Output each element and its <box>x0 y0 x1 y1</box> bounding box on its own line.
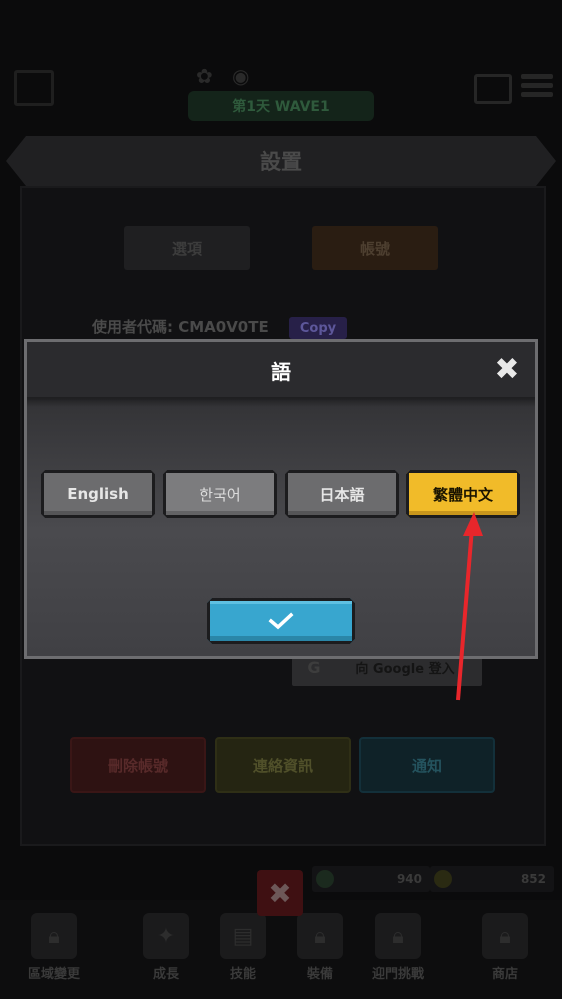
gear-icon: ✿ <box>196 64 213 88</box>
google-icon: G <box>307 657 321 677</box>
user-code-label: 使用者代碼: CMA0V0TE <box>92 318 269 336</box>
inventory-icon[interactable] <box>14 70 54 106</box>
currency-counter-2: 852 <box>430 866 554 892</box>
nav-label: 成長 <box>152 967 179 982</box>
mail-icon[interactable] <box>474 74 512 104</box>
language-korean-button[interactable]: 한국어 <box>163 470 277 518</box>
menu-icon[interactable] <box>521 74 553 100</box>
confirm-button[interactable] <box>207 598 355 644</box>
currency-value-1: 940 <box>396 872 422 886</box>
settings-title: 設置 <box>260 150 302 174</box>
nav-label: 區域變更 <box>27 967 80 982</box>
language-japanese-button[interactable]: 日本語 <box>285 470 399 518</box>
wave-indicator: 第1天 WAVE1 <box>188 91 374 121</box>
nav-skill[interactable]: ▤ 技能 <box>203 905 283 995</box>
contact-info-button[interactable]: 連絡資訊 <box>215 737 351 793</box>
nav-shop[interactable]: 🔒︎ 商店 <box>465 905 545 995</box>
lock-icon: 🔒︎ <box>482 913 528 959</box>
language-traditional-chinese-button[interactable]: 繁體中文 <box>406 470 520 518</box>
close-settings-button[interactable]: ✖ <box>257 870 303 916</box>
tab-options[interactable]: 選項 <box>124 226 250 270</box>
notice-button[interactable]: 通知 <box>359 737 495 793</box>
currency-value-2: 852 <box>520 872 546 886</box>
growth-icon: ✦ <box>143 913 189 959</box>
gem-icon <box>316 870 334 888</box>
nav-label: 迎門挑戰 <box>371 967 424 982</box>
nav-label: 技能 <box>229 967 256 982</box>
nav-label: 裝備 <box>306 967 333 982</box>
copy-button[interactable]: Copy <box>289 317 347 339</box>
nav-area-change[interactable]: 🔒︎ 區域變更 <box>14 905 94 995</box>
nav-growth[interactable]: ✦ 成長 <box>126 905 206 995</box>
close-x-icon[interactable]: ✖ <box>490 352 524 387</box>
checkmark-icon <box>268 611 294 631</box>
currency-counter-1: 940 <box>312 866 430 892</box>
nav-equipment[interactable]: 🔒︎ 裝備 <box>280 905 360 995</box>
nav-label: 商店 <box>491 967 518 982</box>
stopwatch-icon: ◉ <box>232 64 250 88</box>
language-english-button[interactable]: English <box>41 470 155 518</box>
lock-icon: 🔒︎ <box>31 913 77 959</box>
google-login-label: 向 Google 登入 <box>355 661 455 677</box>
delete-account-button[interactable]: 刪除帳號 <box>70 737 206 793</box>
tab-account[interactable]: 帳號 <box>312 226 438 270</box>
skill-book-icon: ▤ <box>220 913 266 959</box>
language-dialog-title: 語 <box>271 359 291 384</box>
lock-icon: 🔒︎ <box>375 913 421 959</box>
nav-gate-challenge[interactable]: 🔒︎ 迎門挑戰 <box>358 905 438 995</box>
dialog-header-shadow <box>27 397 535 407</box>
coin-icon <box>434 870 452 888</box>
lock-icon: 🔒︎ <box>297 913 343 959</box>
